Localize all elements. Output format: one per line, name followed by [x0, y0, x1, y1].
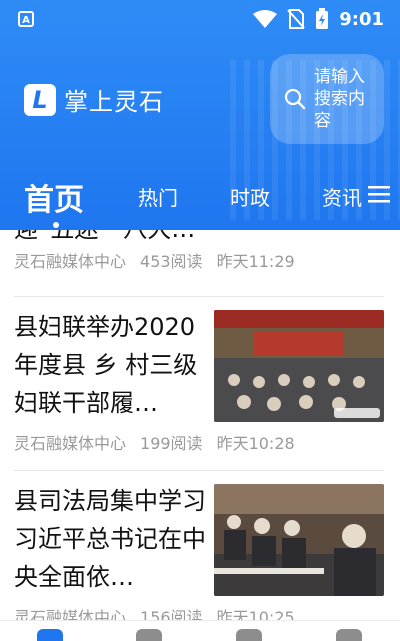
article-thumbnail: [214, 310, 384, 422]
tab-politics[interactable]: 时政: [230, 182, 270, 211]
news-icon[interactable]: [136, 629, 162, 641]
list-item[interactable]: 迎“五迷”“八大… 灵石融媒体中心 453阅读昨天11:29: [14, 230, 384, 290]
heart-icon[interactable]: [236, 629, 262, 641]
search-input[interactable]: 请输入搜索内容: [270, 54, 384, 144]
status-icons: 9:01: [253, 8, 384, 30]
app-name: 掌上灵石: [64, 88, 164, 116]
article-reads: 156阅读: [140, 608, 203, 620]
no-sim-icon: [287, 9, 305, 29]
list-item[interactable]: 县妇联举办2020年度县 乡 村三级妇联干部履… 灵石融媒体中心 199阅读 昨天1…: [14, 308, 384, 458]
article-reads: 453阅读: [140, 252, 203, 271]
tab-news[interactable]: 资讯: [322, 182, 362, 211]
article-time: 昨天10:25: [216, 608, 295, 620]
search-placeholder: 请输入搜索内容: [314, 67, 365, 131]
category-tabs: 首页 热门 时政 资讯: [0, 170, 400, 228]
news-feed: 迎“五迷”“八大… 灵石融媒体中心 453阅读昨天11:29 县妇联举办2020年…: [0, 230, 400, 620]
article-meta: 灵石融媒体中心 199阅读 昨天10:28: [14, 430, 309, 454]
logo-mark-icon: L: [24, 83, 56, 116]
menu-icon[interactable]: [368, 184, 390, 204]
app-logo: L 掌上灵石: [24, 82, 164, 117]
tab-home[interactable]: 首页: [24, 175, 84, 219]
user-icon[interactable]: [336, 629, 362, 641]
tab-hot[interactable]: 热门: [138, 182, 178, 211]
article-meta: 灵石融媒体中心 156阅读 昨天10:25: [14, 604, 309, 620]
list-item[interactable]: 县司法局集中学习习近平总书记在中央全面依… 灵石融媒体中心 156阅读 昨天10:2…: [14, 482, 384, 620]
app-notification-icon: A: [18, 11, 34, 27]
home-icon[interactable]: [37, 629, 63, 641]
article-reads: 199阅读: [140, 434, 203, 453]
article-meta: 灵石融媒体中心 453阅读 昨天11:29: [14, 248, 309, 272]
bottom-navigation: [0, 620, 400, 641]
article-time: 昨天10:28: [216, 434, 295, 453]
article-title: 迎“五迷”“八大…: [14, 230, 206, 248]
divider: [14, 470, 384, 471]
status-time: 9:01: [339, 8, 384, 30]
wifi-icon: [253, 10, 278, 28]
app-header: A 9:01 L 掌上灵石 请输入搜索内容 首页 热门 时政 资讯: [0, 0, 400, 230]
article-source: 灵石融媒体中心: [14, 608, 127, 620]
battery-charging-icon: [316, 8, 329, 29]
article-title: 县司法局集中学习习近平总书记在中央全面依…: [14, 487, 206, 591]
article-title: 县妇联举办2020年度县 乡 村三级妇联干部履…: [14, 313, 198, 417]
divider: [14, 296, 384, 297]
article-time: 昨天11:29: [216, 252, 295, 271]
search-icon: [284, 88, 306, 110]
article-source: 灵石融媒体中心: [14, 434, 127, 453]
article-source: 灵石融媒体中心: [14, 252, 127, 271]
article-thumbnail: [214, 484, 384, 596]
status-bar: A 9:01: [0, 0, 400, 40]
active-tab-indicator: [53, 222, 59, 228]
